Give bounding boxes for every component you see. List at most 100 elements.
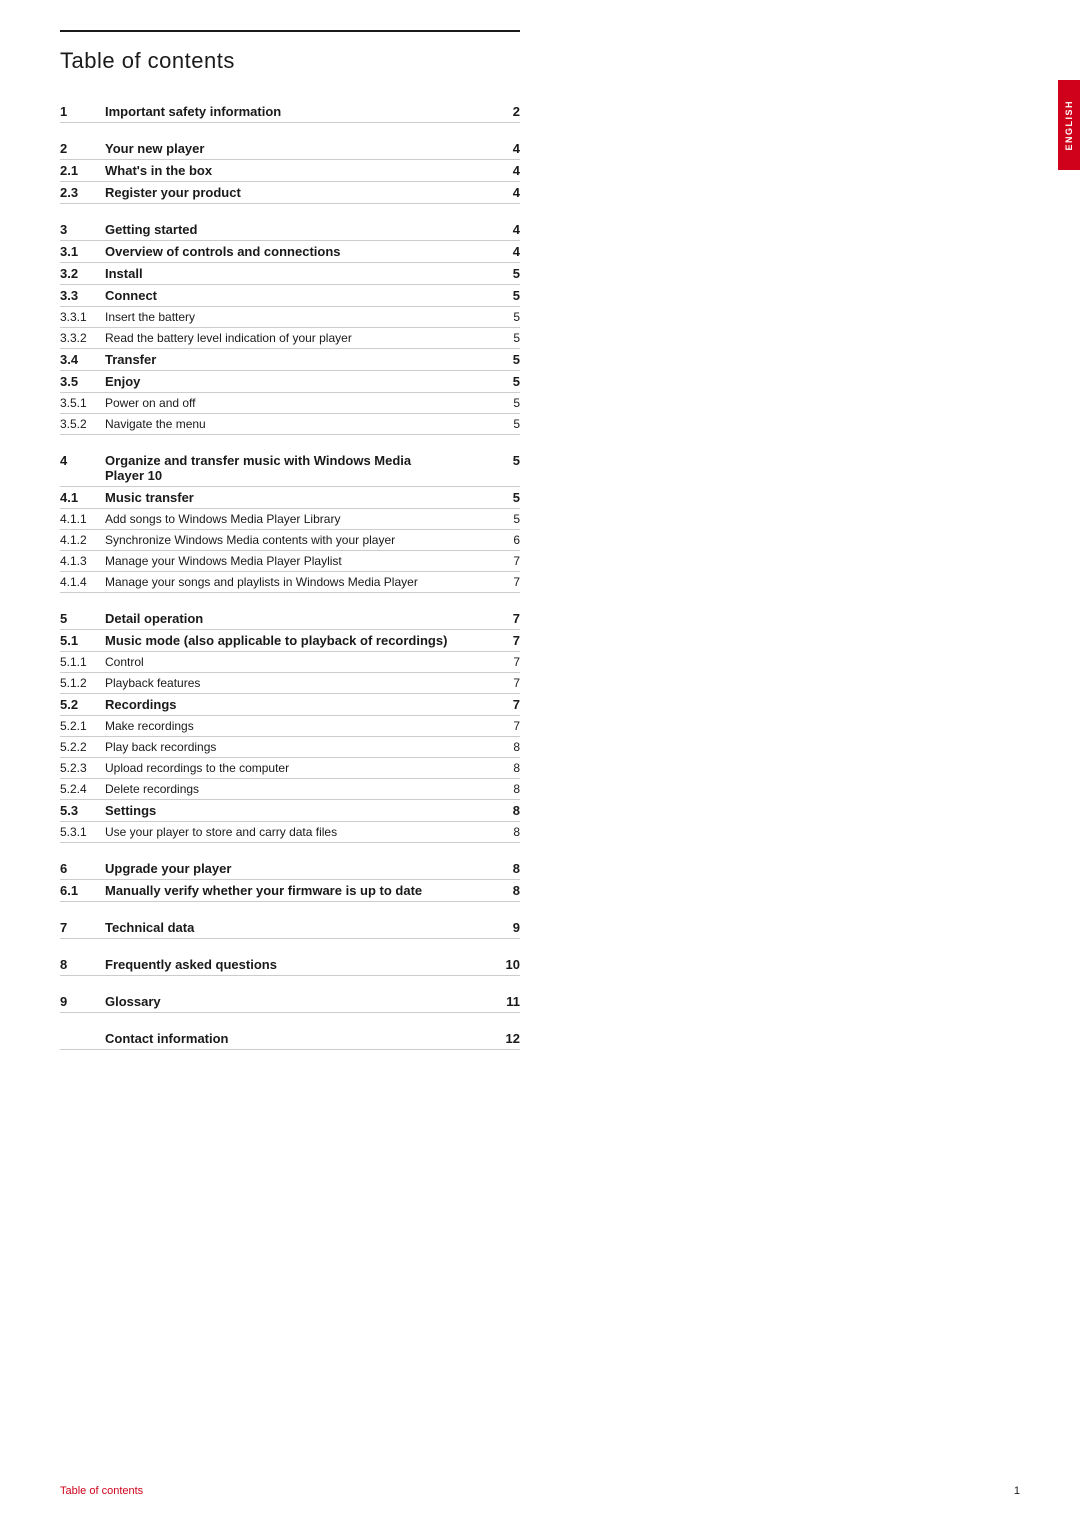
toc-label: Power on and off — [105, 396, 490, 410]
toc-page: 5 — [490, 331, 520, 345]
toc-num: 3 — [60, 222, 105, 237]
toc-page: 9 — [490, 920, 520, 935]
toc-label: Transfer — [105, 352, 490, 367]
toc-num: 4.1 — [60, 490, 105, 505]
toc-row: 4.1.1Add songs to Windows Media Player L… — [60, 509, 520, 530]
toc-page: 4 — [490, 222, 520, 237]
top-rule — [60, 30, 520, 32]
toc-page: 2 — [490, 104, 520, 119]
toc-label: Use your player to store and carry data … — [105, 825, 490, 839]
toc-row: 2.3Register your product4 — [60, 182, 520, 204]
toc-page: 8 — [490, 861, 520, 876]
toc-num: 3.4 — [60, 352, 105, 367]
toc-page: 7 — [490, 676, 520, 690]
toc-row: 9Glossary11 — [60, 984, 520, 1013]
toc-row: 5.1.2Playback features7 — [60, 673, 520, 694]
toc-page: 5 — [490, 512, 520, 526]
toc-num: 3.5.1 — [60, 396, 105, 410]
toc-row: 3.5.1Power on and off5 — [60, 393, 520, 414]
toc-label: Important safety information — [105, 104, 490, 119]
toc-label: Music transfer — [105, 490, 490, 505]
toc-page: 4 — [490, 244, 520, 259]
toc-page: 6 — [490, 533, 520, 547]
toc-label: Manage your songs and playlists in Windo… — [105, 575, 490, 589]
toc-num: 5.3 — [60, 803, 105, 818]
toc-label: Register your product — [105, 185, 490, 200]
toc-num: 4 — [60, 453, 105, 468]
toc-num: 3.3.1 — [60, 310, 105, 324]
side-tab-text: ENGLISH — [1064, 100, 1074, 151]
toc-row: 3Getting started4 — [60, 212, 520, 241]
toc-row: 3.3.1Insert the battery5 — [60, 307, 520, 328]
toc-num: 2.3 — [60, 185, 105, 200]
toc-container: 1Important safety information22Your new … — [60, 94, 1020, 1050]
toc-page: 4 — [490, 141, 520, 156]
toc-num: 3.5.2 — [60, 417, 105, 431]
toc-page: 8 — [490, 782, 520, 796]
page-title: Table of contents — [60, 48, 1020, 74]
toc-label: Contact information — [105, 1031, 490, 1046]
toc-page: 7 — [490, 554, 520, 568]
toc-num: 7 — [60, 920, 105, 935]
toc-label: Organize and transfer music with Windows… — [105, 453, 490, 483]
toc-num: 4.1.2 — [60, 533, 105, 547]
toc-row: 4Organize and transfer music with Window… — [60, 443, 520, 487]
toc-num: 4.1.4 — [60, 575, 105, 589]
toc-num: 5.2.3 — [60, 761, 105, 775]
toc-num: 5.2.1 — [60, 719, 105, 733]
footer-right: 1 — [1014, 1485, 1020, 1497]
toc-row: 5Detail operation7 — [60, 601, 520, 630]
toc-row: 6Upgrade your player8 — [60, 851, 520, 880]
toc-page: 5 — [490, 288, 520, 303]
toc-num: 5.2.4 — [60, 782, 105, 796]
toc-num: 6 — [60, 861, 105, 876]
toc-row: 5.1Music mode (also applicable to playba… — [60, 630, 520, 652]
toc-page: 8 — [490, 761, 520, 775]
toc-num: 6.1 — [60, 883, 105, 898]
toc-num: 1 — [60, 104, 105, 119]
toc-row: 3.5Enjoy5 — [60, 371, 520, 393]
toc-num: 3.3.2 — [60, 331, 105, 345]
toc-num: 5.2.2 — [60, 740, 105, 754]
toc-label: Insert the battery — [105, 310, 490, 324]
toc-page: 8 — [490, 740, 520, 754]
main-content: Table of contents 1Important safety info… — [60, 0, 1020, 1050]
toc-row: 3.5.2Navigate the menu5 — [60, 414, 520, 435]
toc-label: Technical data — [105, 920, 490, 935]
toc-num: 2 — [60, 141, 105, 156]
toc-label: What's in the box — [105, 163, 490, 178]
toc-page: 5 — [490, 374, 520, 389]
toc-row: 3.1Overview of controls and connections4 — [60, 241, 520, 263]
toc-row: 3.3.2Read the battery level indication o… — [60, 328, 520, 349]
toc-num: 5 — [60, 611, 105, 626]
toc-page: 4 — [490, 185, 520, 200]
toc-label: Play back recordings — [105, 740, 490, 754]
toc-page: 5 — [490, 396, 520, 410]
toc-row: 5.2Recordings7 — [60, 694, 520, 716]
footer: Table of contents 1 — [60, 1485, 1020, 1497]
toc-row: 3.3Connect5 — [60, 285, 520, 307]
toc-row: 3.2Install5 — [60, 263, 520, 285]
toc-row: 2.1What's in the box4 — [60, 160, 520, 182]
toc-num: 5.1 — [60, 633, 105, 648]
toc-num: 5.3.1 — [60, 825, 105, 839]
footer-left: Table of contents — [60, 1485, 143, 1497]
toc-label: Manually verify whether your firmware is… — [105, 883, 490, 898]
toc-num: 9 — [60, 994, 105, 1009]
toc-page: 5 — [490, 417, 520, 431]
toc-num: 5.2 — [60, 697, 105, 712]
toc-row: 2Your new player4 — [60, 131, 520, 160]
toc-label: Recordings — [105, 697, 490, 712]
toc-page: 4 — [490, 163, 520, 178]
toc-row: 5.1.1Control7 — [60, 652, 520, 673]
toc-label: Read the battery level indication of you… — [105, 331, 490, 345]
toc-row: 3.4Transfer5 — [60, 349, 520, 371]
toc-label: Frequently asked questions — [105, 957, 490, 972]
toc-label: Manage your Windows Media Player Playlis… — [105, 554, 490, 568]
toc-label: Control — [105, 655, 490, 669]
toc-num: 8 — [60, 957, 105, 972]
toc-label: Add songs to Windows Media Player Librar… — [105, 512, 490, 526]
toc-page: 5 — [490, 266, 520, 281]
toc-page: 10 — [490, 957, 520, 972]
toc-label: Connect — [105, 288, 490, 303]
